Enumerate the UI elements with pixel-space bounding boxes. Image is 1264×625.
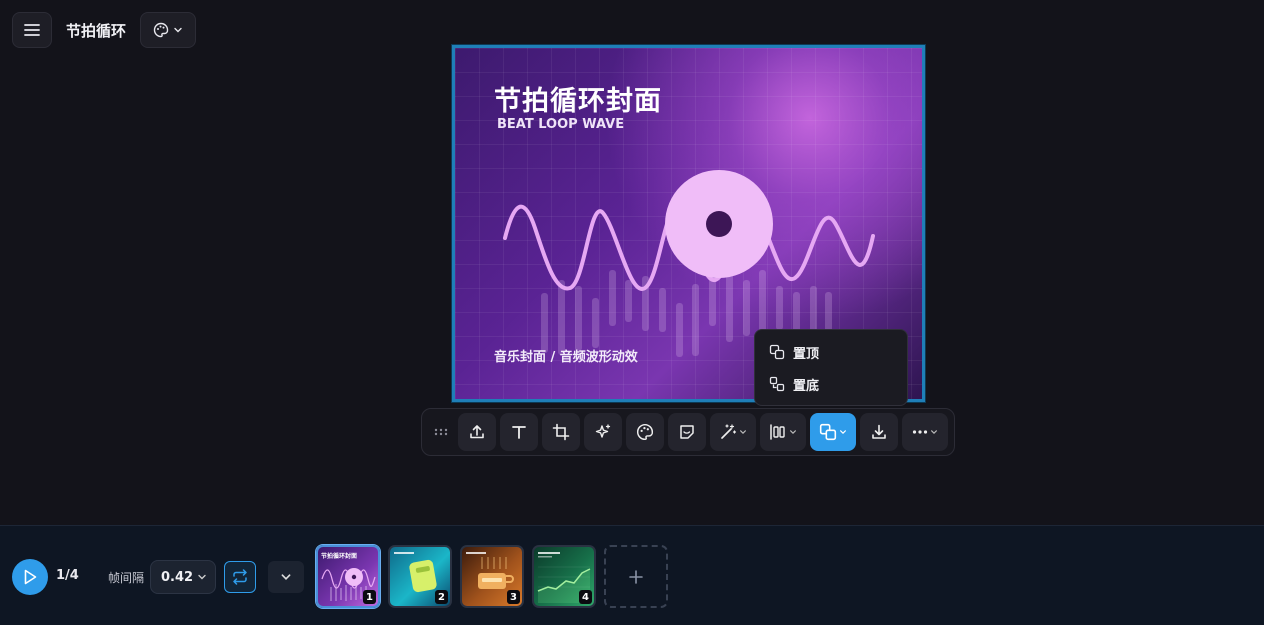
align-icon — [770, 424, 785, 440]
chevron-down-icon — [198, 574, 206, 580]
menu-item-send-to-back[interactable]: 置底 — [765, 368, 897, 400]
play-icon — [24, 569, 37, 585]
layer-order-button[interactable] — [810, 413, 856, 451]
chevron-down-icon — [840, 430, 846, 434]
menu-item-label: 置底 — [793, 378, 820, 394]
upload-icon — [470, 425, 484, 439]
download-button[interactable] — [860, 413, 898, 451]
color-button[interactable] — [626, 413, 664, 451]
palette-icon — [637, 423, 654, 441]
thumbnail-number: 3 — [507, 590, 520, 604]
vinyl-center — [706, 211, 732, 237]
top-bar: 节拍循环 — [12, 12, 197, 48]
magic-button[interactable] — [710, 413, 756, 451]
download-icon — [872, 424, 886, 439]
thumbnail-4[interactable]: 4 — [532, 545, 596, 608]
sticker-button[interactable] — [668, 413, 706, 451]
app-title: 节拍循环 — [66, 21, 127, 40]
frame-thumbnails: 节拍循环封面 1 2 3 4 — [316, 545, 668, 608]
cover-subtitle[interactable]: BEAT LOOP WAVE — [497, 117, 624, 132]
chevron-down-icon — [931, 430, 937, 434]
text-icon — [512, 426, 526, 439]
layer-icon — [819, 423, 837, 441]
align-button[interactable] — [760, 413, 806, 451]
sparkle-icon — [595, 424, 611, 438]
repeat-icon — [233, 569, 247, 585]
theme-dropdown-button[interactable] — [140, 12, 197, 48]
plus-icon — [629, 569, 643, 584]
menu-item-bring-to-front[interactable]: 置顶 — [765, 336, 897, 368]
magic-wand-icon — [721, 424, 737, 439]
text-button[interactable] — [500, 413, 538, 451]
interval-value: 0.42 — [161, 569, 194, 585]
loop-toggle[interactable] — [224, 561, 256, 593]
menu-button[interactable] — [12, 12, 52, 48]
toolbar-drag-handle[interactable] — [428, 428, 454, 436]
thumbnail-number: 1 — [363, 590, 376, 604]
crop-icon — [552, 423, 570, 441]
thumbnail-1[interactable]: 节拍循环封面 1 — [316, 545, 380, 608]
hamburger-icon — [24, 24, 40, 36]
bring-to-front-icon — [769, 344, 785, 360]
play-button[interactable] — [12, 559, 48, 595]
send-to-back-icon — [769, 376, 785, 392]
ai-effects-button[interactable] — [584, 413, 622, 451]
collapse-button[interactable] — [268, 561, 304, 593]
sticker-icon — [680, 425, 694, 439]
interval-label: 帧间隔 — [108, 571, 145, 585]
chevron-down-icon — [740, 430, 746, 434]
thumbnail-number: 4 — [579, 590, 592, 604]
thumbnail-2[interactable]: 2 — [388, 545, 452, 608]
layer-order-menu: 置顶 置底 — [754, 329, 908, 406]
upload-button[interactable] — [458, 413, 496, 451]
chevron-down-icon — [174, 27, 182, 33]
thumbnail-number: 2 — [435, 590, 448, 604]
cover-caption[interactable]: 音乐封面 / 音频波形动效 — [494, 346, 638, 365]
cover-title[interactable]: 节拍循环封面 — [494, 79, 662, 118]
add-frame-button[interactable] — [604, 545, 668, 608]
timeline-bar: 1/4 帧间隔 0.42 节拍循环封面 1 2 3 4 — [0, 525, 1264, 625]
page-indicator: 1/4 — [56, 568, 79, 583]
crop-button[interactable] — [542, 413, 580, 451]
interval-select[interactable]: 0.42 — [150, 560, 216, 594]
more-button[interactable] — [902, 413, 948, 451]
drag-handle-icon — [434, 428, 448, 436]
menu-item-label: 置顶 — [793, 346, 820, 362]
thumbnail-3[interactable]: 3 — [460, 545, 524, 608]
canvas-toolbar — [421, 408, 955, 456]
palette-icon — [153, 22, 169, 38]
chevron-down-icon — [281, 574, 291, 580]
chevron-down-icon — [790, 430, 796, 434]
more-icon — [912, 430, 928, 434]
